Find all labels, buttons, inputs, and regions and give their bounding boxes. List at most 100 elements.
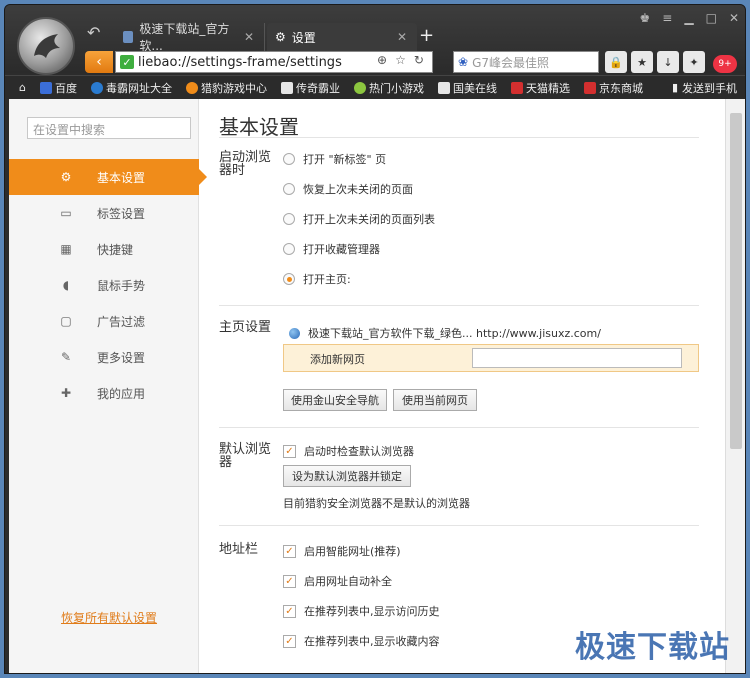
navigation-bar: ‹ ✓ liebao://settings-frame/settings ⊕ ☆… bbox=[5, 49, 745, 75]
back-button[interactable]: ‹ bbox=[85, 51, 113, 73]
back-arrow-icon[interactable]: ↶ bbox=[87, 23, 100, 42]
bookmark-item[interactable]: 百度 bbox=[39, 80, 77, 96]
liebao-logo-icon[interactable] bbox=[17, 17, 75, 75]
homepage-entry[interactable]: 极速下载站_官方软件下载_绿色... http://www.jisuxz.com… bbox=[289, 325, 601, 341]
vertical-scrollbar[interactable] bbox=[725, 99, 745, 673]
menu-icon[interactable]: ≡ bbox=[662, 11, 672, 25]
phone-icon: ▮ bbox=[671, 81, 678, 94]
startup-label: 启动浏览器时 bbox=[219, 150, 272, 178]
sidebar-item-basic[interactable]: ⚙ 基本设置 bbox=[9, 159, 207, 195]
checkbox-checked[interactable]: ✓ bbox=[283, 604, 296, 618]
puzzle-icon: ✚ bbox=[60, 386, 72, 400]
sidebar-item-tabs[interactable]: ▭ 标签设置 bbox=[9, 195, 199, 231]
scrollbar-thumb[interactable] bbox=[730, 113, 742, 449]
star-icon[interactable]: ☆ bbox=[395, 53, 406, 67]
filter-icon: ▢ bbox=[60, 314, 72, 328]
send-to-phone[interactable]: ▮ 发送到手机 bbox=[672, 80, 745, 96]
add-page-label: 添加新网页 bbox=[310, 353, 365, 366]
lock-icon[interactable]: 🔒 bbox=[605, 51, 627, 73]
startup-option[interactable]: 打开收藏管理器 bbox=[283, 241, 380, 257]
bookmark-icon bbox=[510, 81, 523, 94]
game-icon[interactable]: ✦ bbox=[683, 51, 705, 73]
bookmark-item[interactable]: 京东商城 bbox=[583, 80, 643, 96]
default-browser-label: 默认浏览器 bbox=[219, 442, 272, 470]
use-current-page-button[interactable]: 使用当前网页 bbox=[393, 389, 477, 411]
startup-option[interactable]: 打开上次未关闭的页面列表 bbox=[283, 211, 435, 227]
bookmark-item[interactable]: 国美在线 bbox=[437, 80, 497, 96]
settings-search-input[interactable]: 在设置中搜索 bbox=[27, 117, 191, 139]
bookmark-icon bbox=[185, 81, 198, 94]
refresh-icon[interactable]: ↻ bbox=[414, 53, 424, 67]
radio-button[interactable] bbox=[283, 183, 295, 195]
maximize-icon[interactable]: □ bbox=[706, 11, 717, 25]
bookmarks-bar: ⌂ 百度 毒霸网址大全 猎豹游戏中心 传奇霸业 热门小游戏 国美在线 天猫精选 … bbox=[5, 75, 745, 99]
default-browser-note: 目前猎豹安全浏览器不是默认的浏览器 bbox=[283, 497, 470, 510]
tab-jisuxz[interactable]: 极速下载站_官方软... ✕ bbox=[115, 22, 265, 53]
tab-settings[interactable]: ⚙ 设置 ✕ bbox=[267, 23, 417, 51]
set-default-browser-button[interactable]: 设为默认浏览器并锁定 bbox=[283, 465, 411, 487]
sidebar-item-shortcuts[interactable]: ▦ 快捷键 bbox=[9, 231, 199, 267]
addressbar-option[interactable]: ✓ 在推荐列表中,显示访问历史 bbox=[283, 603, 440, 619]
startup-option[interactable]: 打开 "新标签" 页 bbox=[283, 151, 386, 167]
gear-icon: ⚙ bbox=[60, 170, 72, 184]
search-box[interactable]: ❀ G7峰会最佳照 bbox=[453, 51, 599, 73]
bookmark-item[interactable]: 天猫精选 bbox=[510, 80, 570, 96]
close-icon[interactable]: ✕ bbox=[397, 30, 407, 44]
bookmark-icon bbox=[583, 81, 596, 94]
sidebar-item-mouse-gesture[interactable]: ◖ 鼠标手势 bbox=[9, 267, 199, 303]
sidebar-item-apps[interactable]: ✚ 我的应用 bbox=[9, 375, 199, 411]
notification-badge-icon[interactable]: 9+ bbox=[713, 55, 737, 73]
startup-option[interactable]: 打开主页: bbox=[283, 271, 351, 287]
bookmark-item[interactable]: 传奇霸业 bbox=[280, 80, 340, 96]
radio-button[interactable] bbox=[283, 213, 295, 225]
restore-defaults-link[interactable]: 恢复所有默认设置 bbox=[61, 609, 157, 626]
bookmark-icon bbox=[437, 81, 450, 94]
checkbox-checked[interactable]: ✓ bbox=[283, 634, 296, 648]
favorites-icon[interactable]: ★ bbox=[631, 51, 653, 73]
radio-button-selected[interactable] bbox=[283, 273, 295, 285]
divider bbox=[219, 525, 699, 526]
minimize-icon[interactable]: ▁ bbox=[684, 11, 693, 25]
sidebar-item-more[interactable]: ✎ 更多设置 bbox=[9, 339, 199, 375]
search-placeholder: G7峰会最佳照 bbox=[472, 55, 549, 70]
homepage-label: 主页设置 bbox=[219, 320, 272, 335]
tab-title: 设置 bbox=[291, 30, 316, 45]
addressbar-option[interactable]: ✓ 启用智能网址(推荐) bbox=[283, 543, 401, 559]
settings-page: 在设置中搜索 ⚙ 基本设置 ▭ 标签设置 ▦ 快捷键 ◖ 鼠标手势 ▢ 广告过滤 ✎ 更多设… bbox=[9, 99, 745, 673]
divider bbox=[219, 427, 699, 428]
tab-icon: ▭ bbox=[60, 206, 72, 220]
radio-button[interactable] bbox=[283, 153, 295, 165]
page-favicon-icon bbox=[123, 31, 134, 43]
watermark: 极速下载站 bbox=[575, 630, 730, 665]
checkbox-checked[interactable]: ✓ bbox=[283, 574, 296, 588]
settings-menu: ⚙ 基本设置 ▭ 标签设置 ▦ 快捷键 ◖ 鼠标手势 ▢ 广告过滤 ✎ 更多设置 ✚ 我的应用 bbox=[9, 159, 207, 411]
settings-sidebar: 在设置中搜索 ⚙ 基本设置 ▭ 标签设置 ▦ 快捷键 ◖ 鼠标手势 ▢ 广告过滤 ✎ 更多设… bbox=[9, 99, 207, 673]
checkbox-checked[interactable]: ✓ bbox=[283, 444, 296, 458]
home-icon[interactable]: ⌂ bbox=[19, 81, 26, 94]
addressbar-option[interactable]: ✓ 启用网址自动补全 bbox=[283, 573, 392, 589]
checkbox-checked[interactable]: ✓ bbox=[283, 544, 296, 558]
divider bbox=[219, 305, 699, 306]
radio-button[interactable] bbox=[283, 243, 295, 255]
addressbar-option[interactable]: ✓ 在推荐列表中,显示收藏内容 bbox=[283, 633, 440, 649]
settings-main: 基本设置 启动浏览器时 打开 "新标签" 页 恢复上次未关闭的页面 打开上次未关… bbox=[199, 99, 725, 673]
address-tools: ⊕ ☆ ↻ bbox=[377, 53, 424, 67]
new-tab-button[interactable]: + bbox=[419, 25, 434, 46]
use-safe-nav-button[interactable]: 使用金山安全导航 bbox=[283, 389, 387, 411]
close-icon[interactable]: ✕ bbox=[244, 30, 254, 44]
startup-option[interactable]: 恢复上次未关闭的页面 bbox=[283, 181, 413, 197]
skin-icon[interactable]: ♚ bbox=[640, 11, 651, 25]
download-icon[interactable]: ↓ bbox=[657, 51, 679, 73]
bookmark-item[interactable]: 猎豹游戏中心 bbox=[185, 80, 267, 96]
mouse-icon: ◖ bbox=[62, 278, 70, 292]
close-window-icon[interactable]: ✕ bbox=[729, 11, 739, 25]
bookmark-icon bbox=[90, 81, 103, 94]
compat-icon[interactable]: ⊕ bbox=[377, 53, 387, 67]
browser-window: ↶ 极速下载站_官方软... ✕ ⚙ 设置 ✕ + ♚ ≡ ▁ □ ✕ ‹ ✓ … bbox=[4, 4, 746, 674]
sidebar-item-adblock[interactable]: ▢ 广告过滤 bbox=[9, 303, 199, 339]
addressbar-label: 地址栏 bbox=[219, 542, 259, 557]
bookmark-item[interactable]: 热门小游戏 bbox=[353, 80, 424, 96]
bookmark-item[interactable]: 毒霸网址大全 bbox=[90, 80, 172, 96]
check-default-option[interactable]: ✓ 启动时检查默认浏览器 bbox=[283, 443, 414, 459]
new-page-input[interactable] bbox=[472, 348, 682, 368]
